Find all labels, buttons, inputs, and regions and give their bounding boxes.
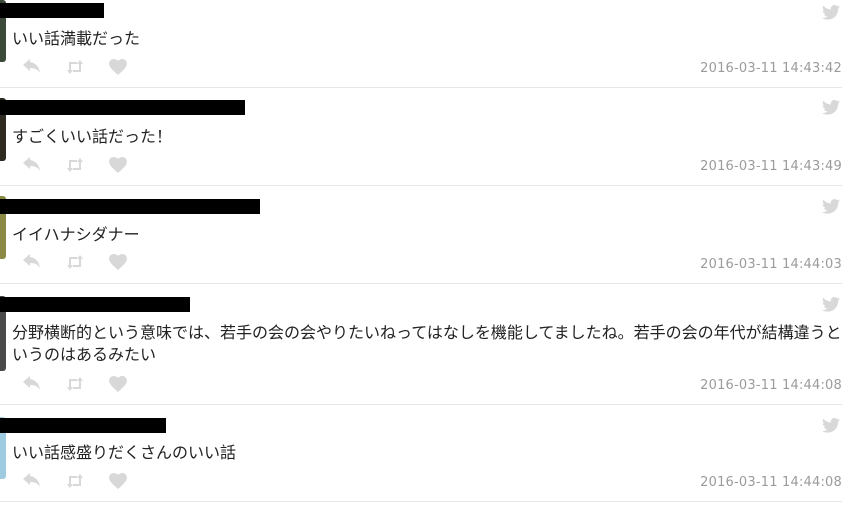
twitter-bird-icon[interactable] — [822, 297, 840, 312]
heart-icon[interactable] — [108, 376, 128, 392]
tweet-card: いい話感盛りだくさんのいい話 2016-03-11 14:44:08 — [0, 405, 842, 502]
reply-icon[interactable] — [22, 157, 42, 173]
tweet-text: いい話感盛りだくさんのいい話 — [12, 443, 237, 462]
heart-icon[interactable] — [108, 473, 128, 489]
tweet-text: イイハナシダナー — [12, 225, 140, 244]
tweet-timestamp[interactable]: 2016-03-11 14:43:42 — [700, 61, 842, 76]
redacted-username — [0, 418, 166, 433]
tweet-card: すごくいい話だった！ 2016-03-11 14:43:49 — [0, 88, 842, 186]
tweet-text: いい話満載だった — [12, 29, 141, 48]
tweet-timeline: いい話満載だった 2016-03-11 14:43:42 すごくいい話だった！ … — [0, 0, 867, 508]
tweet-text: すごくいい話だった！ — [12, 127, 173, 146]
heart-icon[interactable] — [108, 157, 128, 173]
twitter-bird-icon[interactable] — [822, 199, 840, 214]
tweet-card: 分野横断的という意味では、若手の会の会やりたいねってはなしを機能してましたね。若… — [0, 284, 842, 405]
reply-icon[interactable] — [22, 254, 42, 270]
reply-icon[interactable] — [22, 473, 42, 489]
tweet-timestamp[interactable]: 2016-03-11 14:43:49 — [700, 159, 842, 174]
twitter-bird-icon[interactable] — [822, 5, 840, 20]
redacted-username — [0, 297, 190, 312]
tweet-actions — [22, 376, 151, 392]
redacted-username — [0, 3, 104, 18]
heart-icon[interactable] — [108, 59, 128, 75]
tweet-card: イイハナシダナー 2016-03-11 14:44:03 — [0, 186, 842, 284]
tweet-actions — [22, 473, 151, 489]
reply-icon[interactable] — [22, 376, 42, 392]
tweet-timestamp[interactable]: 2016-03-11 14:44:03 — [700, 257, 842, 272]
retweet-icon[interactable] — [65, 59, 85, 75]
tweet-card: いい話満載だった 2016-03-11 14:43:42 — [0, 0, 842, 88]
twitter-bird-icon[interactable] — [822, 100, 840, 115]
retweet-icon[interactable] — [65, 473, 85, 489]
redacted-username — [0, 199, 260, 214]
tweet-timestamp[interactable]: 2016-03-11 14:44:08 — [700, 475, 842, 490]
twitter-bird-icon[interactable] — [822, 418, 840, 433]
redacted-username — [0, 100, 245, 115]
tweet-actions — [22, 157, 151, 173]
tweet-text: 分野横断的という意味では、若手の会の会やりたいねってはなしを機能してましたね。若… — [12, 323, 842, 364]
tweet-timestamp[interactable]: 2016-03-11 14:44:08 — [700, 378, 842, 393]
tweet-actions — [22, 59, 151, 75]
tweet-actions — [22, 254, 151, 270]
heart-icon[interactable] — [108, 254, 128, 270]
reply-icon[interactable] — [22, 59, 42, 75]
retweet-icon[interactable] — [65, 254, 85, 270]
retweet-icon[interactable] — [65, 157, 85, 173]
retweet-icon[interactable] — [65, 376, 85, 392]
